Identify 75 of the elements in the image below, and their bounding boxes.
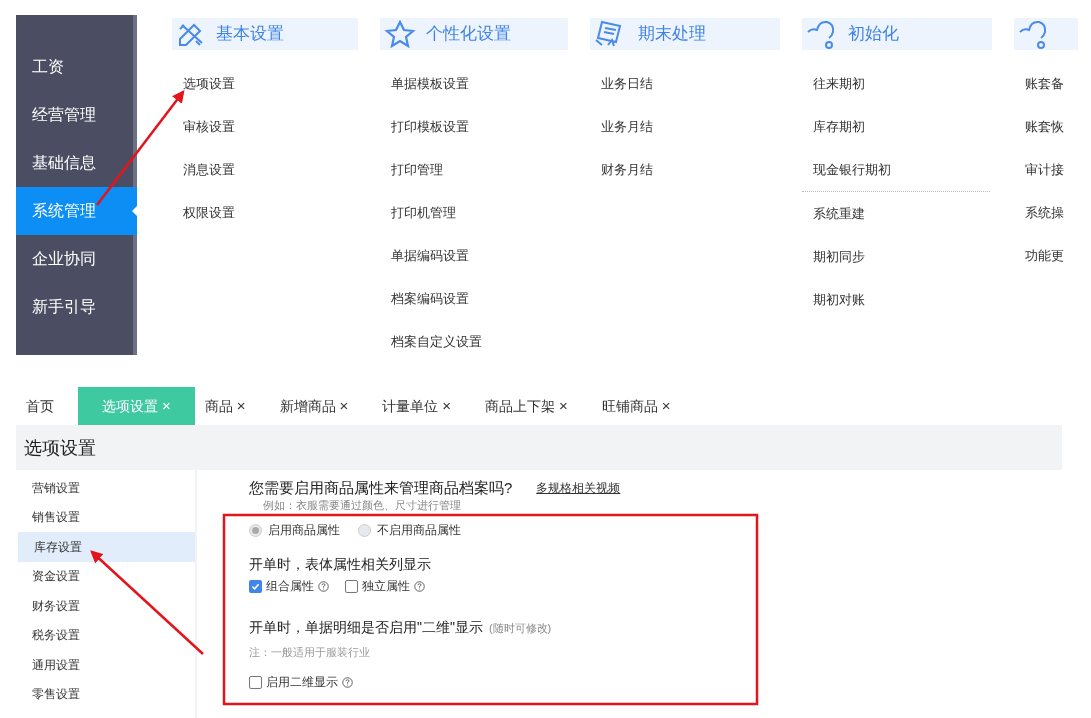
menu-item[interactable]: 审计接 [1025,159,1064,180]
page-title: 选项设置 [23,437,97,460]
checkbox-label: 独立属性 [362,578,410,595]
menu-item[interactable]: 库存期初 [813,116,865,137]
menu-item[interactable]: 财务月结 [601,159,653,180]
menu-item[interactable]: 单据编码设置 [391,245,469,266]
menu-item[interactable]: 账套恢 [1025,116,1064,137]
menu-item[interactable]: 业务月结 [601,116,653,137]
menu-item[interactable]: 期初同步 [813,246,865,267]
menu-item[interactable]: 打印模板设置 [391,116,469,137]
tab[interactable]: 旺铺商品 × [591,387,681,425]
menu-header-title: 基本设置 [216,23,284,46]
menu-header-title: 个性化设置 [426,23,511,46]
menu-item[interactable]: 往来期初 [813,73,865,94]
menu-item[interactable]: 打印管理 [391,159,443,180]
settings-nav-item[interactable]: 营销设置 [16,473,195,503]
settings-nav-item[interactable]: 税务设置 [16,620,195,650]
tab[interactable]: 商品上下架 × [475,387,578,425]
checkbox[interactable] [345,579,358,593]
sidebar-item[interactable]: 基础信息 [16,139,133,187]
menu-item[interactable]: 系统操 [1025,202,1064,223]
checkbox-label: 启用二维显示 [266,674,338,691]
hint-text: (随时可修改) [488,620,552,636]
menu-item[interactable]: 功能更 [1025,245,1064,266]
settings-nav-item[interactable]: 库存设置 [18,532,195,562]
close-icon[interactable]: × [661,394,671,418]
section-heading: 开单时，单据明细是否启用"二维"显示 [249,618,483,637]
close-icon[interactable]: × [442,394,452,418]
sidebar-item[interactable]: 经营管理 [16,91,133,139]
sidebar-item[interactable]: 企业协同 [16,235,133,283]
menu-item[interactable]: 档案自定义设置 [391,331,482,352]
menu-item[interactable]: 权限设置 [183,202,235,223]
sidebar-item[interactable]: 工资 [16,43,133,91]
close-icon[interactable]: × [339,394,349,418]
video-link[interactable]: 多规格相关视频 [536,479,621,497]
note-text: 注：一般适用于服装行业 [249,645,371,660]
sidebar-item[interactable]: 新手引导 [16,283,133,331]
settings-nav-item[interactable]: 销售设置 [16,502,195,532]
menu-header-title: 初始化 [848,23,899,46]
checkbox[interactable] [249,675,262,689]
menu-item[interactable]: 单据模板设置 [391,73,469,94]
radio-button[interactable] [358,523,371,537]
help-icon[interactable] [414,580,425,592]
menu-item[interactable]: 现金银行期初 [813,159,891,180]
close-icon[interactable]: × [236,394,246,418]
menu-item[interactable]: 选项设置 [183,73,235,94]
menu-item[interactable]: 档案编码设置 [391,288,469,309]
example-text: 例如：衣服需要通过颜色、尺寸进行管理 [262,499,462,512]
radio-label: 启用商品属性 [268,522,340,539]
section-heading: 开单时，表体属性相关列显示 [249,555,432,574]
settings-nav-item[interactable]: 通用设置 [16,650,195,680]
star-icon [384,20,416,48]
menu-item[interactable]: 系统重建 [813,203,865,224]
tab[interactable]: 计量单位 × [372,387,462,425]
menu-item[interactable]: 审核设置 [183,116,235,137]
settings-nav-item[interactable]: 零售设置 [16,679,195,709]
settings-nav-item[interactable]: 财务设置 [16,591,195,621]
radio-button[interactable] [249,523,262,537]
tab[interactable]: 首页 [16,387,64,425]
checkbox[interactable] [249,579,262,593]
tab[interactable]: 商品 × [194,387,256,425]
help-icon[interactable] [318,580,329,592]
checkbox-label: 组合属性 [266,578,314,595]
menu-item[interactable]: 账套备 [1025,73,1064,94]
menu-item[interactable]: 打印机管理 [391,202,456,223]
close-icon[interactable]: × [559,394,568,418]
radio-label: 不启用商品属性 [377,522,461,539]
menu-header-title: 期末处理 [638,23,706,46]
menu-item[interactable]: 业务日结 [601,73,653,94]
help-icon[interactable] [342,676,353,688]
tab[interactable]: 新增商品 × [269,387,359,425]
menu-item[interactable]: 期初对账 [813,289,865,310]
settings-nav-item[interactable]: 资金设置 [16,561,195,591]
question-text: 您需要启用商品属性来管理商品档案吗? [249,477,513,498]
menu-item[interactable]: 消息设置 [183,159,235,180]
